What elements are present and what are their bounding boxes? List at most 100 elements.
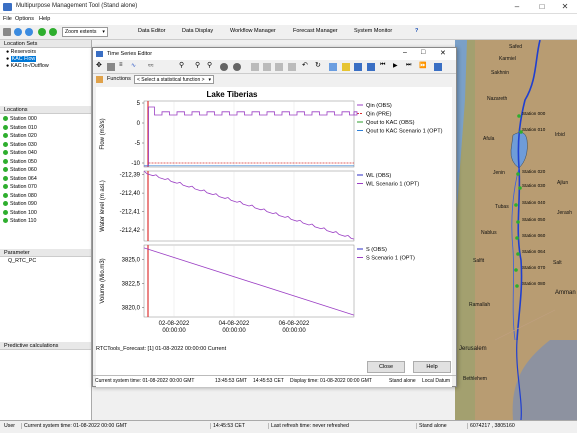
location-item[interactable]: Station 050 (3, 158, 37, 165)
end-icon[interactable]: ⏩ (419, 62, 427, 70)
edit-icon[interactable] (288, 63, 296, 71)
map-label-safed: Safed (509, 44, 523, 50)
minimize-icon[interactable]: – (505, 1, 529, 13)
dialog-close-icon[interactable]: ✕ (440, 49, 446, 57)
maximize-icon[interactable]: □ (530, 1, 554, 13)
location-item[interactable]: Station 100 (3, 209, 37, 216)
location-status-icon (3, 124, 8, 130)
menu-file[interactable]: File (3, 16, 12, 22)
grid-icon[interactable] (107, 63, 115, 71)
map-station-label[interactable]: Station 030 (522, 183, 545, 188)
chart-type-icon[interactable]: ≈≈ (148, 63, 156, 71)
table-icon[interactable] (275, 63, 283, 71)
help-button[interactable]: Help (413, 361, 451, 373)
map-station-label[interactable]: Station 010 (522, 127, 545, 132)
image-icon[interactable] (329, 63, 337, 71)
close-button[interactable]: Close (367, 361, 405, 373)
map-station-label[interactable]: Station 060 (522, 233, 545, 238)
map-station-label[interactable]: Station 080 (522, 281, 545, 286)
location-item[interactable]: Station 090 (3, 201, 37, 207)
location-label: Station 020 (10, 133, 37, 139)
map-label-amman: Amman (555, 290, 576, 296)
map-station-label[interactable]: Station 000 (522, 111, 545, 116)
parameter-item[interactable]: Q_RTC_PC (8, 258, 36, 264)
zoom-out-icon[interactable]: ⚲ (195, 61, 203, 69)
location-item[interactable]: Station 020 (3, 133, 37, 139)
map-station-label[interactable]: Station 064 (522, 249, 545, 254)
zoom-in-icon[interactable] (14, 28, 22, 36)
tab-system-monitor[interactable]: System Monitor (354, 28, 392, 34)
paste-icon[interactable] (263, 63, 271, 71)
tab-forecast-manager[interactable]: Forecast Manager (293, 28, 338, 34)
location-item[interactable]: Station 060 (3, 167, 37, 173)
dialog-datum: Local Datum (422, 378, 451, 384)
map-station-label[interactable]: Station 020 (522, 169, 545, 174)
chart-svg: Lake Tiberias Flow (m3/s) 5 0 -5 -10 Qin (OBS)… (100, 90, 443, 334)
chart-icon[interactable] (367, 63, 375, 71)
chart-title: Lake Tiberias (207, 90, 259, 99)
location-item[interactable]: Station 070 (3, 184, 37, 190)
dialog-maximize-icon[interactable]: □ (421, 49, 425, 56)
dialog-mode: Stand alone (389, 378, 416, 384)
location-status-icon (3, 209, 8, 215)
map-station-label[interactable]: Station 040 (522, 200, 545, 205)
help-icon[interactable]: ? (415, 28, 418, 34)
copy-icon[interactable] (251, 63, 259, 71)
line-chart-icon[interactable]: ∿ (131, 62, 139, 70)
function-select[interactable]: < Select a statistical function > ▾ (134, 75, 214, 84)
location-item[interactable]: Station 010 (3, 124, 37, 131)
undo-icon[interactable]: ↶ (302, 61, 310, 69)
map-station-label[interactable]: Station 050 (522, 217, 545, 222)
stop-icon[interactable] (233, 63, 241, 71)
play-icon[interactable]: ▶ (393, 62, 401, 70)
skip-forward-icon[interactable]: ⏭ (406, 62, 414, 70)
zoom-out-icon[interactable] (25, 28, 33, 36)
pan-icon[interactable] (3, 28, 11, 36)
location-label: Station 064 (10, 175, 37, 182)
map-view[interactable]: Safed Karmiel Sakhnin Nazareth Afula Irb… (455, 40, 577, 420)
location-label: Station 000 (10, 116, 37, 122)
location-item[interactable]: Station 040 (3, 150, 37, 156)
location-item[interactable]: Station 000 (3, 116, 37, 122)
options-icon[interactable] (434, 63, 442, 71)
zoom-select[interactable]: Zoom extents ▾ (62, 27, 108, 37)
y-tick-label: 3820,0 (122, 305, 141, 311)
map-label-nablus: Nablus (481, 230, 497, 236)
close-icon[interactable]: ✕ (553, 1, 577, 13)
back-icon[interactable] (38, 28, 46, 36)
location-item[interactable]: Station 110 (3, 218, 36, 224)
location-item[interactable]: Station 030 (3, 141, 37, 148)
save-icon[interactable] (354, 63, 362, 71)
crosshair-icon[interactable]: ✥ (96, 61, 104, 69)
menu-options[interactable]: Options (15, 16, 34, 22)
legend-entry: WL (OBS) (366, 173, 391, 179)
dialog-minimize-icon[interactable]: – (403, 49, 407, 56)
map-label-jerusalem: Jerusalem (459, 346, 487, 352)
tab-workflow-manager[interactable]: Workflow Manager (230, 28, 276, 34)
record-icon[interactable] (220, 63, 228, 71)
location-item[interactable]: Station 064 (3, 175, 37, 182)
lock-icon[interactable] (342, 63, 350, 71)
tab-data-display[interactable]: Data Display (182, 28, 213, 34)
map-station-label[interactable]: Station 070 (522, 265, 545, 270)
zoom-in-icon[interactable]: ⚲ (179, 61, 187, 69)
location-label: Station 010 (10, 124, 37, 131)
status-user: User (4, 423, 15, 429)
sidebar: Location Sets ● Reservoirs ● KAC Flow ● … (0, 40, 92, 420)
tree-item-kac-in-outflow[interactable]: ● KAC In-/Outflow (6, 63, 49, 69)
zoom-reset-icon[interactable]: ⚲ (207, 61, 215, 69)
forward-icon[interactable] (49, 28, 57, 36)
chart-area[interactable]: Lake Tiberias Flow (m3/s) 5 0 -5 -10 Qin (OBS)… (96, 87, 452, 387)
tree-item-reservoirs[interactable]: ● Reservoirs (6, 49, 36, 55)
legend-icon[interactable]: ≡ (119, 62, 127, 70)
location-label: Station 040 (10, 150, 37, 156)
y-tick-label: -212,39 (120, 173, 141, 179)
tree-item-kac-flow[interactable]: ● KAC Flow (6, 56, 37, 62)
tab-data-editor[interactable]: Data Editor (138, 28, 166, 34)
dialog-title-bar: Time Series Editor – □ ✕ (93, 48, 456, 60)
refresh-icon[interactable]: ↻ (315, 61, 323, 69)
location-item[interactable]: Station 080 (3, 192, 37, 199)
skip-back-icon[interactable]: ⏮ (380, 62, 388, 70)
menu-help[interactable]: Help (39, 16, 50, 22)
location-status-icon (3, 116, 8, 121)
